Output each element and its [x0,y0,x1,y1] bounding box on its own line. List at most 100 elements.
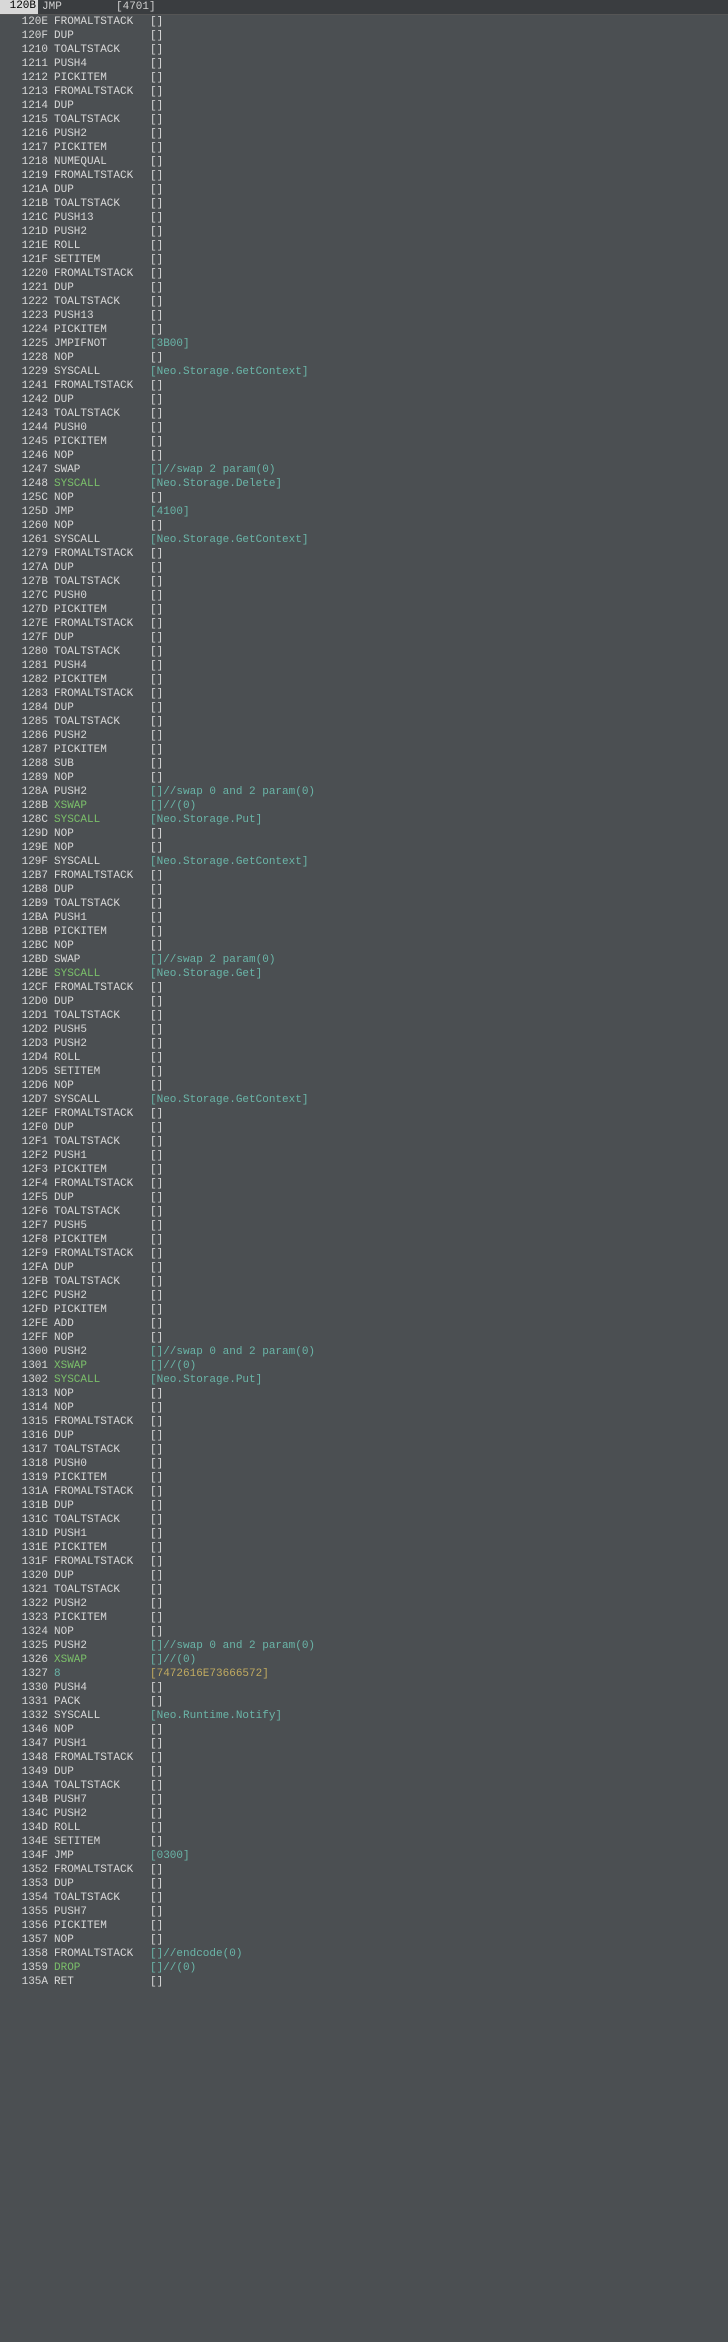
disasm-row[interactable]: 1325PUSH2[]//swap 0 and 2 param(0) [0,1639,728,1653]
disasm-row[interactable]: 131FFROMALTSTACK[] [0,1555,728,1569]
disasm-row[interactable]: 1288SUB[] [0,757,728,771]
disasm-row[interactable]: 1331PACK[] [0,1695,728,1709]
disasm-row[interactable]: 12BCNOP[] [0,939,728,953]
disasm-row[interactable]: 12D5SETITEM[] [0,1065,728,1079]
disasm-row[interactable]: 1261SYSCALL[Neo.Storage.GetContext] [0,533,728,547]
disasm-row[interactable]: 12CFFROMALTSTACK[] [0,981,728,995]
disasm-row[interactable]: 1245PICKITEM[] [0,435,728,449]
disasm-row[interactable]: 128BXSWAP[]//(0) [0,799,728,813]
disasm-row[interactable]: 1283FROMALTSTACK[] [0,687,728,701]
disasm-row[interactable]: 12F2PUSH1[] [0,1149,728,1163]
disasm-row[interactable]: 129DNOP[] [0,827,728,841]
disasm-row[interactable]: 1354TOALTSTACK[] [0,1891,728,1905]
disasm-row[interactable]: 1247SWAP[]//swap 2 param(0) [0,463,728,477]
disasm-row[interactable]: 1214DUP[] [0,99,728,113]
disasm-row[interactable]: 1215TOALTSTACK[] [0,113,728,127]
disasm-row[interactable]: 120EFROMALTSTACK[] [0,15,728,29]
disasm-row[interactable]: 1352FROMALTSTACK[] [0,1863,728,1877]
disasm-row[interactable]: 1279FROMALTSTACK[] [0,547,728,561]
disasm-row[interactable]: 1220FROMALTSTACK[] [0,267,728,281]
disasm-row[interactable]: 1318PUSH0[] [0,1457,728,1471]
disasm-row[interactable]: 12F9FROMALTSTACK[] [0,1247,728,1261]
disasm-row[interactable]: 121ADUP[] [0,183,728,197]
disasm-row[interactable]: 1319PICKITEM[] [0,1471,728,1485]
disasm-row[interactable]: 125DJMP[4100] [0,505,728,519]
disasm-row[interactable]: 12FEADD[] [0,1317,728,1331]
disasm-row[interactable]: 12D1TOALTSTACK[] [0,1009,728,1023]
disasm-row[interactable]: 1286PUSH2[] [0,729,728,743]
disasm-row[interactable]: 127CPUSH0[] [0,589,728,603]
disasm-row[interactable]: 127FDUP[] [0,631,728,645]
disasm-row[interactable]: 129FSYSCALL[Neo.Storage.GetContext] [0,855,728,869]
disasm-row[interactable]: 12EFFROMALTSTACK[] [0,1107,728,1121]
disasm-row[interactable]: 12F4FROMALTSTACK[] [0,1177,728,1191]
disasm-row[interactable]: 121FSETITEM[] [0,253,728,267]
disasm-row[interactable]: 127EFROMALTSTACK[] [0,617,728,631]
disasm-row[interactable]: 1219FROMALTSTACK[] [0,169,728,183]
disasm-row[interactable]: 12D0DUP[] [0,995,728,1009]
disasm-row[interactable]: 1301XSWAP[]//(0) [0,1359,728,1373]
disasm-row[interactable]: 131EPICKITEM[] [0,1541,728,1555]
disasm-row[interactable]: 1324NOP[] [0,1625,728,1639]
disasm-row[interactable]: 12B8DUP[] [0,883,728,897]
disasm-row[interactable]: 1246NOP[] [0,449,728,463]
disasm-row[interactable]: 1211PUSH4[] [0,57,728,71]
disasm-row[interactable]: 1313NOP[] [0,1387,728,1401]
disasm-row[interactable]: 1260NOP[] [0,519,728,533]
disasm-row[interactable]: 1229SYSCALL[Neo.Storage.GetContext] [0,365,728,379]
disasm-row[interactable]: 127BTOALTSTACK[] [0,575,728,589]
disasm-row[interactable]: 12FFNOP[] [0,1331,728,1345]
disasm-row[interactable]: 1222TOALTSTACK[] [0,295,728,309]
disasm-row[interactable]: 127ADUP[] [0,561,728,575]
disasm-row[interactable]: 127DPICKITEM[] [0,603,728,617]
disasm-row[interactable]: 131BDUP[] [0,1499,728,1513]
disasm-row[interactable]: 1300PUSH2[]//swap 0 and 2 param(0) [0,1345,728,1359]
disasm-row[interactable]: 1330PUSH4[] [0,1681,728,1695]
disasm-row[interactable]: 131AFROMALTSTACK[] [0,1485,728,1499]
disasm-row[interactable]: 12BESYSCALL[Neo.Storage.Get] [0,967,728,981]
disasm-row[interactable]: 1314NOP[] [0,1401,728,1415]
disasm-row[interactable]: 12BDSWAP[]//swap 2 param(0) [0,953,728,967]
disasm-row[interactable]: 1210TOALTSTACK[] [0,43,728,57]
disasm-row[interactable]: 12B9TOALTSTACK[] [0,897,728,911]
disasm-row[interactable]: 1281PUSH4[] [0,659,728,673]
disasm-row[interactable]: 12F6TOALTSTACK[] [0,1205,728,1219]
disasm-row[interactable]: 12F8PICKITEM[] [0,1233,728,1247]
disasm-row[interactable]: 1320DUP[] [0,1569,728,1583]
disasm-row[interactable]: 128CSYSCALL[Neo.Storage.Put] [0,813,728,827]
disasm-row[interactable]: 12D4ROLL[] [0,1051,728,1065]
disasm-row[interactable]: 1287PICKITEM[] [0,743,728,757]
disasm-row[interactable]: 121CPUSH13[] [0,211,728,225]
disasm-row[interactable]: 1241FROMALTSTACK[] [0,379,728,393]
disasm-row[interactable]: 131CTOALTSTACK[] [0,1513,728,1527]
disasm-row[interactable]: 12FBTOALTSTACK[] [0,1275,728,1289]
disasm-row[interactable]: 134BPUSH7[] [0,1793,728,1807]
disasm-row[interactable]: 1326XSWAP[]//(0) [0,1653,728,1667]
disasm-row[interactable]: 129ENOP[] [0,841,728,855]
disasm-row[interactable]: 12D3PUSH2[] [0,1037,728,1051]
disasm-row[interactable]: 1347PUSH1[] [0,1737,728,1751]
disasm-row[interactable]: 1348FROMALTSTACK[] [0,1751,728,1765]
disasm-row[interactable]: 1355PUSH7[] [0,1905,728,1919]
disasm-row[interactable]: 1349DUP[] [0,1765,728,1779]
disasm-row[interactable]: 1302SYSCALL[Neo.Storage.Put] [0,1373,728,1387]
disasm-row[interactable]: 1280TOALTSTACK[] [0,645,728,659]
disasm-row[interactable]: 1315FROMALTSTACK[] [0,1415,728,1429]
disasm-row[interactable]: 120FDUP[] [0,29,728,43]
disasm-row[interactable]: 12D6NOP[] [0,1079,728,1093]
disasm-row[interactable]: 13278[7472616E73666572] [0,1667,728,1681]
disasm-row[interactable]: 1285TOALTSTACK[] [0,715,728,729]
disasm-row[interactable]: 1217PICKITEM[] [0,141,728,155]
disasm-row[interactable]: 1223PUSH13[] [0,309,728,323]
disasm-row[interactable]: 121DPUSH2[] [0,225,728,239]
disasm-row[interactable]: 1228NOP[] [0,351,728,365]
disasm-row[interactable]: 134CPUSH2[] [0,1807,728,1821]
disasm-row[interactable]: 1316DUP[] [0,1429,728,1443]
disasm-row[interactable]: 1242DUP[] [0,393,728,407]
disasm-row[interactable]: 134ATOALTSTACK[] [0,1779,728,1793]
disasm-row[interactable]: 1317TOALTSTACK[] [0,1443,728,1457]
disasm-row[interactable]: 1289NOP[] [0,771,728,785]
disasm-row[interactable]: 1284DUP[] [0,701,728,715]
disasm-row[interactable]: 12FADUP[] [0,1261,728,1275]
disasm-row[interactable]: 1323PICKITEM[] [0,1611,728,1625]
